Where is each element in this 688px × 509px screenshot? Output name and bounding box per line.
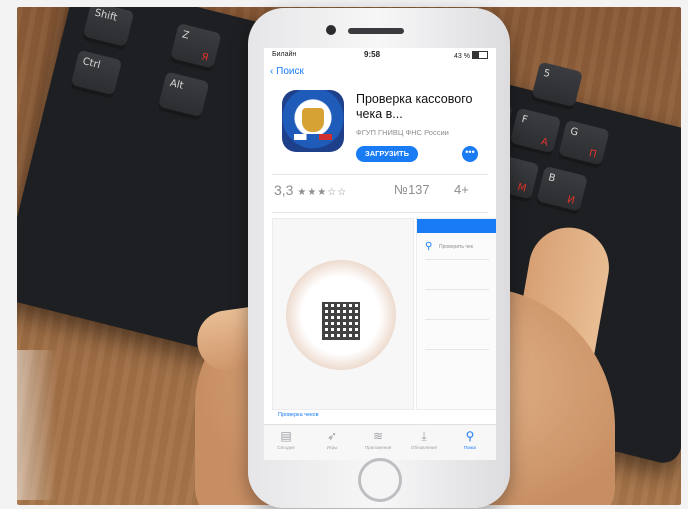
- tab-search[interactable]: ⚲ Поиск: [450, 429, 490, 450]
- battery-percent: 43 %: [454, 53, 470, 60]
- chevron-left-icon: ‹: [270, 66, 274, 77]
- light-reflection: [17, 350, 57, 500]
- keyboard-key: Alt: [157, 71, 210, 121]
- divider: [425, 259, 489, 260]
- battery-icon: [472, 51, 488, 59]
- rating-stars-icon: ★★★☆☆: [297, 187, 348, 198]
- search-icon: ⚲: [465, 429, 475, 443]
- emblem-icon: [302, 108, 324, 132]
- preview-nav-bar: [417, 219, 496, 233]
- earpiece-speaker: [348, 28, 404, 34]
- divider: [425, 349, 489, 350]
- age-rating: 4+: [454, 182, 469, 197]
- more-button[interactable]: •••: [462, 146, 478, 162]
- rating: 3,3 ★★★☆☆: [274, 182, 347, 198]
- receipt-photo: [286, 260, 396, 370]
- preview-search-placeholder: Проверить чек: [439, 244, 473, 250]
- divider: [425, 319, 489, 320]
- layers-icon: ≋: [372, 429, 384, 443]
- status-bar: Билайн 9:58 43 %: [264, 48, 496, 62]
- keyboard-key: ZЯ: [169, 23, 222, 73]
- back-button[interactable]: ‹ Поиск: [270, 66, 304, 77]
- carrier-label: Билайн: [272, 51, 297, 58]
- back-label: Поиск: [276, 66, 304, 77]
- get-button[interactable]: ЗАГРУЗИТЬ: [356, 146, 418, 162]
- rating-value: 3,3: [274, 182, 294, 198]
- flag-icon: [294, 134, 332, 140]
- today-icon: ▤: [280, 429, 292, 443]
- qr-code-icon: [322, 302, 360, 340]
- tab-updates[interactable]: ⤓ Обновления: [404, 429, 444, 450]
- tab-games[interactable]: ➶ Игры: [312, 429, 352, 450]
- smartphone: Билайн 9:58 43 % ‹ Поиск Проверка кассов…: [248, 8, 510, 508]
- clock: 9:58: [364, 50, 381, 59]
- app-title: Проверка кассового чека в...: [356, 92, 473, 121]
- screenshot-preview-2[interactable]: ⚲ Проверить чек: [416, 218, 496, 410]
- battery-indicator: 43 %: [454, 51, 488, 60]
- search-icon: ⚲: [425, 241, 433, 252]
- tab-bar: ▤ Сегодня ➶ Игры ≋ Приложения ⤓ Обновления ⚲…: [264, 424, 496, 460]
- app-developer[interactable]: ФГУП ГНИВЦ ФНС России: [356, 128, 449, 137]
- divider: [272, 212, 488, 213]
- home-button[interactable]: [358, 458, 402, 502]
- screenshot-caption: Проверка чеков: [278, 412, 319, 418]
- tab-apps[interactable]: ≋ Приложения: [358, 429, 398, 450]
- rocket-icon: ➶: [326, 429, 338, 443]
- phone-screen: Билайн 9:58 43 % ‹ Поиск Проверка кассов…: [264, 48, 496, 460]
- keyboard-key: GП: [557, 119, 610, 170]
- divider: [272, 174, 488, 175]
- keyboard-key: FА: [508, 107, 562, 158]
- front-camera: [326, 25, 336, 35]
- divider: [425, 289, 489, 290]
- keyboard-key: Shift: [81, 7, 135, 51]
- keyboard-key: Ctrl: [69, 49, 123, 100]
- app-icon: [282, 90, 344, 152]
- tab-today[interactable]: ▤ Сегодня: [266, 429, 306, 450]
- keyboard-key: BИ: [535, 165, 588, 216]
- chart-rank: №137: [394, 182, 430, 197]
- download-icon: ⤓: [421, 429, 427, 443]
